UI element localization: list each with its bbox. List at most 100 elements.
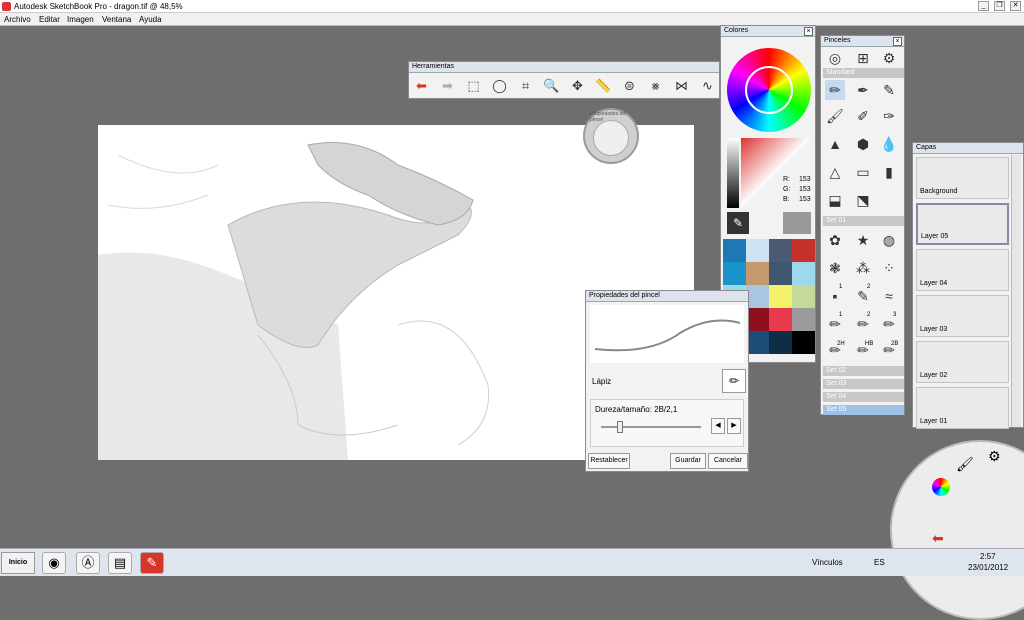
layer-02[interactable]: Layer 02: [916, 341, 1009, 383]
bucket-icon[interactable]: ⬔: [853, 190, 873, 210]
color-swatch[interactable]: [792, 331, 815, 354]
layer-05[interactable]: Layer 05: [916, 203, 1009, 245]
cancel-button[interactable]: Cancelar: [708, 453, 748, 469]
color-swatch[interactable]: [746, 308, 769, 331]
undo-icon[interactable]: ⬅: [932, 530, 944, 547]
lasso-icon[interactable]: ◯: [489, 75, 510, 96]
symmetry-icon[interactable]: ⨳: [645, 75, 666, 96]
menu-editar[interactable]: Editar: [39, 15, 60, 24]
grid-icon[interactable]: ◍: [879, 230, 899, 250]
mirror-icon[interactable]: ⋈: [671, 75, 692, 96]
links-label[interactable]: Vínculos: [812, 558, 843, 567]
color-swatch[interactable]: [792, 262, 815, 285]
increase-button[interactable]: ▶: [727, 418, 741, 434]
set-04[interactable]: Set 04: [823, 392, 904, 402]
color-swatch[interactable]: [769, 285, 792, 308]
gear-icon[interactable]: ⚙: [879, 48, 899, 68]
color-swatch[interactable]: [746, 285, 769, 308]
redo-icon[interactable]: ➡: [437, 75, 458, 96]
texture-icon[interactable]: ❃: [825, 258, 845, 278]
brush-icon[interactable]: ▲: [825, 134, 845, 154]
color-swatch[interactable]: [746, 331, 769, 354]
color-swatch[interactable]: [769, 262, 792, 285]
minimize-button[interactable]: _: [978, 1, 989, 11]
rect-select-icon[interactable]: ⬚: [463, 75, 484, 96]
restore-button[interactable]: ❐: [994, 1, 1005, 11]
chrome-icon[interactable]: ◉: [42, 552, 66, 574]
water-icon[interactable]: 💧: [879, 134, 899, 154]
sketchbook-icon[interactable]: ✎: [140, 552, 164, 574]
star-icon[interactable]: ★: [853, 230, 873, 250]
reset-button[interactable]: Restablecer: [588, 453, 630, 469]
menu-imagen[interactable]: Imagen: [67, 15, 94, 24]
set-02[interactable]: Set 02: [823, 366, 904, 376]
brush-icon[interactable]: ⊞: [853, 48, 873, 68]
move-icon[interactable]: ✥: [567, 75, 588, 96]
brush-icon[interactable]: ◎: [825, 48, 845, 68]
eyedropper-icon[interactable]: ✎: [727, 212, 749, 234]
clock-date[interactable]: 23/01/2012: [968, 563, 1008, 572]
hardness-slider[interactable]: [601, 426, 701, 428]
slider-thumb[interactable]: [617, 421, 623, 433]
undo-icon[interactable]: ⬅: [411, 75, 432, 96]
texture-icon[interactable]: ⁘: [879, 258, 899, 278]
menu-archivo[interactable]: Archivo: [4, 15, 31, 24]
ruler-icon[interactable]: 📏: [593, 75, 614, 96]
brush-puck[interactable]: Propiedades del pincel: [583, 108, 639, 164]
bucket-icon[interactable]: ⬓: [825, 190, 845, 210]
zoom-icon[interactable]: 🔍: [541, 75, 562, 96]
ellipse-icon[interactable]: ⊜: [619, 75, 640, 96]
language-indicator[interactable]: ES: [874, 558, 885, 567]
color-swatch[interactable]: [792, 308, 815, 331]
lagoon-menu[interactable]: 🖌 ⚙ ⬅: [890, 440, 1024, 620]
eraser-icon[interactable]: ▭: [853, 162, 873, 182]
layer-04[interactable]: Layer 04: [916, 249, 1009, 291]
brightness-slider[interactable]: [727, 138, 739, 208]
curve-icon[interactable]: ∿: [697, 75, 718, 96]
color-swatch[interactable]: [723, 239, 746, 262]
set-01[interactable]: Set 01: [823, 216, 904, 226]
color-swatch[interactable]: [769, 331, 792, 354]
marker-icon[interactable]: ✎: [879, 80, 899, 100]
layer-03[interactable]: Layer 03: [916, 295, 1009, 337]
brush-icon[interactable]: 🖌: [825, 106, 845, 126]
autodesk-icon[interactable]: Ⓐ: [76, 552, 100, 574]
set-05[interactable]: Set 05: [823, 405, 904, 415]
brush-icon[interactable]: ✑: [879, 106, 899, 126]
brush-icon[interactable]: 🖌: [956, 456, 974, 473]
menu-ayuda[interactable]: Ayuda: [139, 15, 162, 24]
texture-icon[interactable]: ⁂: [853, 258, 873, 278]
set-03[interactable]: Set 03: [823, 379, 904, 389]
brush-icon[interactable]: ✐: [853, 106, 873, 126]
color-wheel-icon[interactable]: [932, 478, 950, 496]
color-swatch[interactable]: [746, 262, 769, 285]
explorer-icon[interactable]: ▤: [108, 552, 132, 574]
pencil-icon[interactable]: ✏: [722, 369, 746, 393]
brush-icon[interactable]: △: [825, 162, 845, 182]
color-swatch[interactable]: [746, 239, 769, 262]
set-standard[interactable]: Standard: [823, 68, 904, 78]
brush-icon[interactable]: ⬢: [853, 134, 873, 154]
layer-01[interactable]: Layer 01: [916, 387, 1009, 429]
brush-icon[interactable]: ▮: [879, 162, 899, 182]
layer-background[interactable]: Background: [916, 157, 1009, 199]
color-wheel[interactable]: [727, 48, 811, 132]
color-swatch[interactable]: [792, 239, 815, 262]
close-button[interactable]: ✕: [1010, 1, 1021, 11]
pen-icon[interactable]: ✒: [853, 80, 873, 100]
layers-scrollbar[interactable]: [1011, 155, 1021, 427]
menu-ventana[interactable]: Ventana: [102, 15, 131, 24]
decrease-button[interactable]: ◀: [711, 418, 725, 434]
color-swatch[interactable]: [792, 285, 815, 308]
gear-icon[interactable]: ⚙: [988, 448, 1001, 465]
close-icon[interactable]: ×: [893, 37, 902, 46]
brush-icon[interactable]: ✿: [825, 230, 845, 250]
pencil-icon[interactable]: ✏: [825, 80, 845, 100]
save-button[interactable]: Guardar: [670, 453, 706, 469]
clock-time[interactable]: 2:57: [980, 552, 996, 561]
crop-icon[interactable]: ⌗: [515, 75, 536, 96]
color-swatch[interactable]: [769, 308, 792, 331]
wave-icon[interactable]: ≈: [879, 286, 899, 306]
color-swatch[interactable]: [769, 239, 792, 262]
color-swatch[interactable]: [723, 262, 746, 285]
